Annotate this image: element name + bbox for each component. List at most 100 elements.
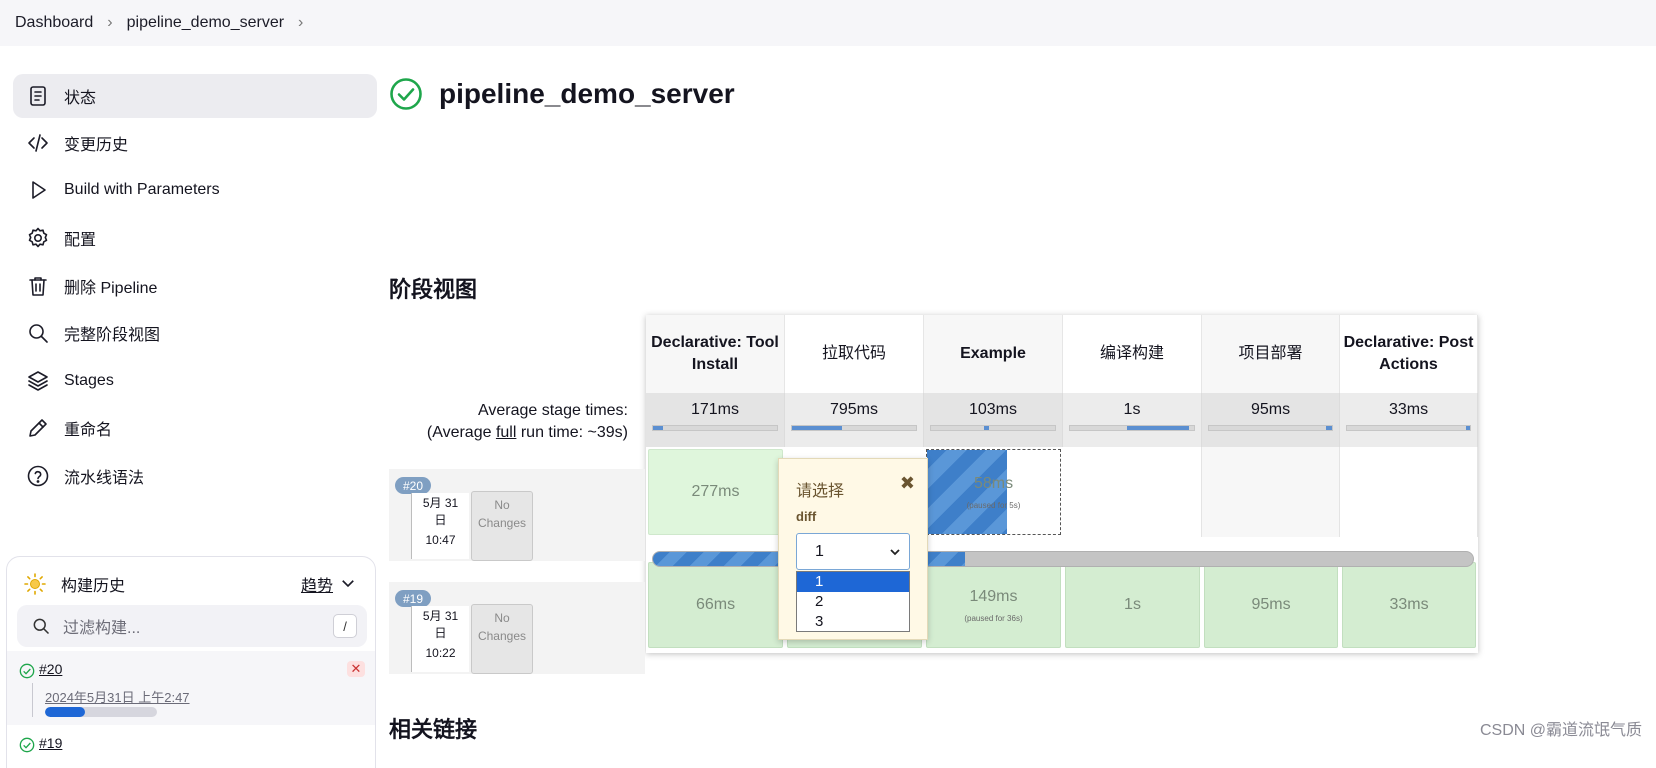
breadcrumb-dashboard[interactable]: Dashboard <box>15 14 93 32</box>
param-select[interactable]: 1 <box>796 533 910 570</box>
avg-label-line1: Average stage times: <box>477 402 628 419</box>
stage-header-deploy: 项目部署 <box>1202 315 1340 393</box>
sidebar-item-label: 配置 <box>64 232 97 249</box>
stage-cell[interactable]: 33ms <box>1342 562 1476 648</box>
stage-cell-empty <box>1202 447 1340 537</box>
sidebar-item-delete-pipeline[interactable]: 删除 Pipeline <box>13 264 377 308</box>
build-history-panel: 构建历史 趋势 过滤构建... / #20 ✕ 2024年5月31日 上午2:4… <box>6 556 376 768</box>
sidebar-item-configure[interactable]: 配置 <box>13 216 377 260</box>
no-changes-box: No Changes <box>471 491 533 561</box>
close-icon[interactable]: ✖ <box>900 473 915 494</box>
sidebar-item-status[interactable]: 状态 <box>13 74 377 118</box>
avg-time-value: 95ms <box>1250 401 1291 418</box>
avg-time-bar-fill <box>653 426 663 430</box>
avg-time-bar-fill <box>792 426 842 430</box>
stage-header-post-actions: Declarative: Post Actions <box>1340 315 1478 393</box>
stage-header-tool-install: Declarative: Tool Install <box>646 315 785 393</box>
stage-duration: 66ms <box>695 596 736 613</box>
run-day-unit: 日 <box>434 626 447 640</box>
build-filter-input[interactable]: 过滤构建... / <box>17 605 367 647</box>
stage-cell[interactable]: 1s <box>1065 562 1200 648</box>
gear-icon <box>25 225 51 251</box>
sidebar-item-label: Stages <box>64 372 114 389</box>
build-number-link[interactable]: #19 <box>39 735 62 751</box>
build-history-header: 构建历史 趋势 <box>23 571 363 597</box>
run-progress-bar <box>652 551 1474 567</box>
document-icon <box>25 83 51 109</box>
sidebar-item-label: 变更历史 <box>64 137 129 154</box>
success-check-icon <box>19 737 35 753</box>
chevron-right-icon: › <box>107 14 113 31</box>
full-run-time-link[interactable]: full <box>496 424 516 441</box>
cancel-build-icon[interactable]: ✕ <box>347 661 365 677</box>
avg-time-bar <box>791 425 917 431</box>
avg-time-bar-fill <box>1325 426 1332 430</box>
select-dropdown: 1 2 3 <box>796 571 910 632</box>
chevron-right-icon[interactable]: › <box>298 14 303 32</box>
timeline-line <box>32 683 33 717</box>
run-date: 5月 31 日 10:47 <box>411 493 469 559</box>
paused-note: (paused for 36s) <box>964 613 1023 623</box>
avg-time-bar <box>1346 425 1471 431</box>
stage-cell[interactable]: 277ms <box>648 449 783 535</box>
no-changes-box: No Changes <box>471 604 533 674</box>
dropdown-option[interactable]: 1 <box>797 572 909 592</box>
selected-value: 1 <box>815 542 824 560</box>
layers-icon <box>25 368 51 394</box>
param-name: diff <box>796 509 817 524</box>
avg-time-bar-fill <box>984 426 990 430</box>
stage-duration: 1s <box>1124 596 1141 613</box>
page-title: pipeline_demo_server <box>389 77 735 111</box>
sidebar-item-pipeline-syntax[interactable]: 流水线语法 <box>13 454 377 498</box>
sidebar-item-label: 删除 Pipeline <box>64 280 158 297</box>
run-month-day: 5月 31 <box>422 609 459 623</box>
chevron-down-icon[interactable] <box>339 574 357 592</box>
stage-cell-paused[interactable]: 58ms (paused for 5s) <box>926 449 1061 535</box>
run-badge[interactable]: #19 <box>395 590 431 607</box>
related-links-title: 相关链接 <box>389 717 478 742</box>
popup-title: 请选择 <box>796 483 845 500</box>
stage-view-title: 阶段视图 <box>389 277 478 302</box>
run-label-19: #19 5月 31 日 10:22 No Changes <box>389 582 645 674</box>
code-icon <box>25 130 51 156</box>
avg-time-post-actions: 33ms <box>1340 393 1478 447</box>
avg-time-value: 795ms <box>829 401 879 418</box>
build-progress-fill <box>45 707 86 717</box>
avg-time-value: 103ms <box>968 401 1018 418</box>
build-row-19: #19 <box>7 727 375 768</box>
average-stage-times-label: Average stage times: (Average full run t… <box>427 400 628 444</box>
avg-time-bar-fill <box>1466 426 1470 430</box>
breadcrumb-pipeline[interactable]: pipeline_demo_server <box>127 14 284 32</box>
stage-cell[interactable]: 149ms (paused for 36s) <box>926 562 1061 648</box>
sidebar-item-build-with-parameters[interactable]: Build with Parameters <box>13 168 377 212</box>
dropdown-option[interactable]: 3 <box>797 612 909 632</box>
success-check-icon <box>19 663 35 679</box>
stage-cell-empty <box>1340 447 1478 537</box>
stage-duration: 95ms <box>1251 596 1291 613</box>
breadcrumb: Dashboard › pipeline_demo_server › <box>0 0 1656 46</box>
dropdown-option[interactable]: 2 <box>797 592 909 612</box>
success-check-icon <box>390 78 422 110</box>
pipeline-title: pipeline_demo_server <box>439 78 735 109</box>
stage-view-table: Declarative: Tool Install 拉取代码 Example 编… <box>646 315 1478 653</box>
build-number-link[interactable]: #20 <box>39 661 62 677</box>
trend-link[interactable]: 趋势 <box>301 572 333 596</box>
avg-time-example: 103ms <box>924 393 1063 447</box>
sidebar-item-changes[interactable]: 变更历史 <box>13 121 377 165</box>
help-icon <box>25 463 51 489</box>
run-badge[interactable]: #20 <box>395 477 431 494</box>
run-label-20: #20 5月 31 日 10:47 No Changes <box>389 469 645 561</box>
avg-time-bar <box>1069 425 1195 431</box>
avg-time-bar <box>1208 425 1333 431</box>
watermark: CSDN @霸道流氓气质 <box>1479 722 1642 739</box>
stage-duration: 58ms <box>973 474 1014 492</box>
paused-note: (paused for 5s) <box>966 500 1021 510</box>
stage-cell[interactable]: 95ms <box>1204 562 1338 648</box>
sidebar-item-stages[interactable]: Stages <box>13 359 377 403</box>
sidebar-item-full-stage-view[interactable]: 完整阶段视图 <box>13 311 377 355</box>
sidebar-item-label: 重命名 <box>64 422 113 439</box>
stage-cell[interactable]: 66ms <box>648 562 783 648</box>
build-date-link[interactable]: 2024年5月31日 上午2:47 <box>45 687 190 706</box>
sidebar-item-rename[interactable]: 重命名 <box>13 406 377 450</box>
trash-icon <box>25 273 51 299</box>
